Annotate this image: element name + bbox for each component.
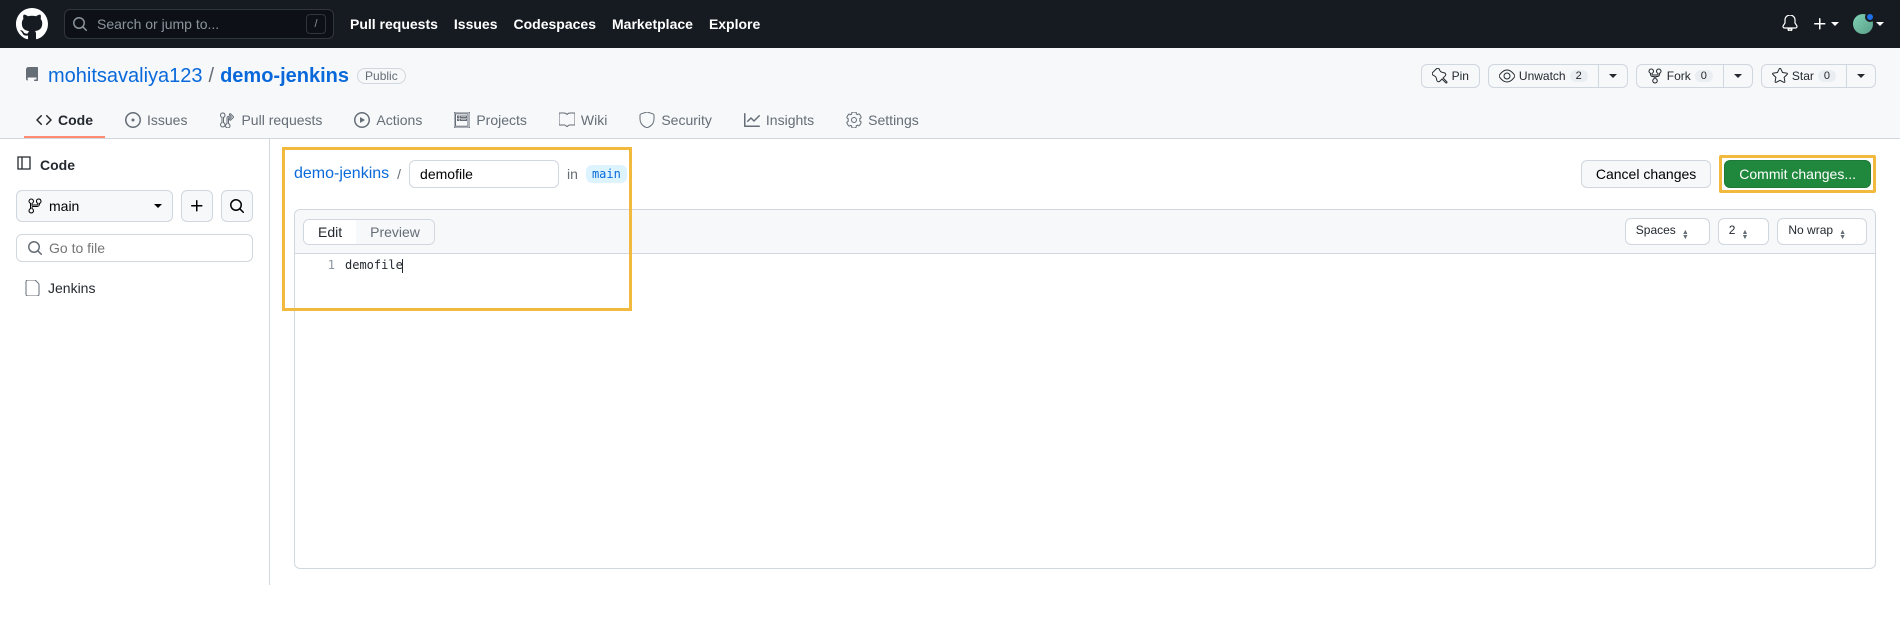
nav-marketplace[interactable]: Marketplace <box>612 16 693 32</box>
breadcrumb-repo[interactable]: demo-jenkins <box>294 165 389 183</box>
global-search: / <box>64 9 334 39</box>
nav-codespaces[interactable]: Codespaces <box>514 16 596 32</box>
nav-explore[interactable]: Explore <box>709 16 760 32</box>
tab-pulls[interactable]: Pull requests <box>207 104 334 138</box>
search-icon <box>72 16 88 35</box>
in-label: in <box>567 166 578 182</box>
user-avatar <box>1853 14 1873 34</box>
tab-projects[interactable]: Projects <box>442 104 539 138</box>
global-header: / Pull requests Issues Codespaces Market… <box>0 0 1900 48</box>
tab-wiki[interactable]: Wiki <box>547 104 619 138</box>
sidebar-title: Code <box>40 157 75 173</box>
file-tree-sidebar: Code main Jenkins <box>0 139 270 585</box>
cancel-button[interactable]: Cancel changes <box>1581 160 1711 188</box>
watch-button[interactable]: Unwatch 2 <box>1488 64 1599 88</box>
watch-button-group: Unwatch 2 <box>1488 64 1628 88</box>
repo-owner-link[interactable]: mohitsavaliya123 <box>48 65 203 88</box>
text-cursor <box>402 259 403 273</box>
branch-tag: main <box>586 165 627 183</box>
star-menu[interactable] <box>1847 64 1876 88</box>
user-menu[interactable] <box>1853 14 1884 34</box>
star-button-group: Star 0 <box>1761 64 1876 88</box>
fork-button-group: Fork 0 <box>1636 64 1753 88</box>
filename-input[interactable] <box>409 160 559 188</box>
breadcrumb-sep: / <box>397 166 401 182</box>
search-files-button[interactable] <box>221 190 253 222</box>
repo-tabs: Code Issues Pull requests Actions Projec… <box>24 104 1876 138</box>
preview-tab[interactable]: Preview <box>356 220 434 244</box>
file-breadcrumb-row: demo-jenkins / in main Cancel changes Co… <box>294 155 1876 193</box>
github-logo[interactable] <box>16 8 48 40</box>
indent-size-select[interactable]: 2▲▼ <box>1718 218 1770 245</box>
search-slash-hint: / <box>306 14 326 34</box>
code-line[interactable]: demofile <box>345 254 1875 277</box>
create-new-menu[interactable] <box>1812 16 1839 32</box>
editor-toolbar: Edit Preview Spaces▲▼ 2▲▼ No wrap▲▼ <box>295 210 1875 254</box>
star-button[interactable]: Star 0 <box>1761 64 1847 88</box>
edit-tab[interactable]: Edit <box>304 220 356 244</box>
header-right <box>1782 14 1884 34</box>
repo-icon <box>24 67 40 86</box>
content-main: demo-jenkins / in main Cancel changes Co… <box>270 139 1900 585</box>
highlight-annotation-2: Commit changes... <box>1719 155 1876 193</box>
wrap-mode-select[interactable]: No wrap▲▼ <box>1777 218 1867 245</box>
code-editor[interactable]: 1 demofile <box>295 254 1875 277</box>
editor-panel: Edit Preview Spaces▲▼ 2▲▼ No wrap▲▼ 1 de… <box>294 209 1876 569</box>
tab-code[interactable]: Code <box>24 104 105 138</box>
file-filter[interactable] <box>16 234 253 262</box>
fork-menu[interactable] <box>1724 64 1753 88</box>
tab-settings[interactable]: Settings <box>834 104 931 138</box>
file-item[interactable]: Jenkins <box>16 274 253 302</box>
pin-button[interactable]: Pin <box>1421 64 1480 88</box>
add-file-button[interactable] <box>181 190 213 222</box>
fork-button[interactable]: Fork 0 <box>1636 64 1724 88</box>
visibility-badge: Public <box>357 68 406 84</box>
sidebar-toggle-icon[interactable] <box>16 155 32 174</box>
repo-name-link[interactable]: demo-jenkins <box>220 65 349 88</box>
repo-header: mohitsavaliya123 / demo-jenkins Public P… <box>0 48 1900 139</box>
nav-issues[interactable]: Issues <box>454 16 498 32</box>
indent-mode-select[interactable]: Spaces▲▼ <box>1625 218 1710 245</box>
branch-selector[interactable]: main <box>16 190 173 222</box>
file-filter-input[interactable] <box>49 240 242 256</box>
search-input[interactable] <box>64 9 334 39</box>
watch-menu[interactable] <box>1599 64 1628 88</box>
tab-actions[interactable]: Actions <box>342 104 434 138</box>
tab-security[interactable]: Security <box>627 104 724 138</box>
tab-insights[interactable]: Insights <box>732 104 826 138</box>
line-number: 1 <box>295 254 345 277</box>
header-nav: Pull requests Issues Codespaces Marketpl… <box>350 16 760 32</box>
nav-pulls[interactable]: Pull requests <box>350 16 438 32</box>
commit-button[interactable]: Commit changes... <box>1724 160 1871 188</box>
notifications-icon[interactable] <box>1782 15 1798 34</box>
path-sep: / <box>209 65 215 88</box>
tab-issues[interactable]: Issues <box>113 104 199 138</box>
